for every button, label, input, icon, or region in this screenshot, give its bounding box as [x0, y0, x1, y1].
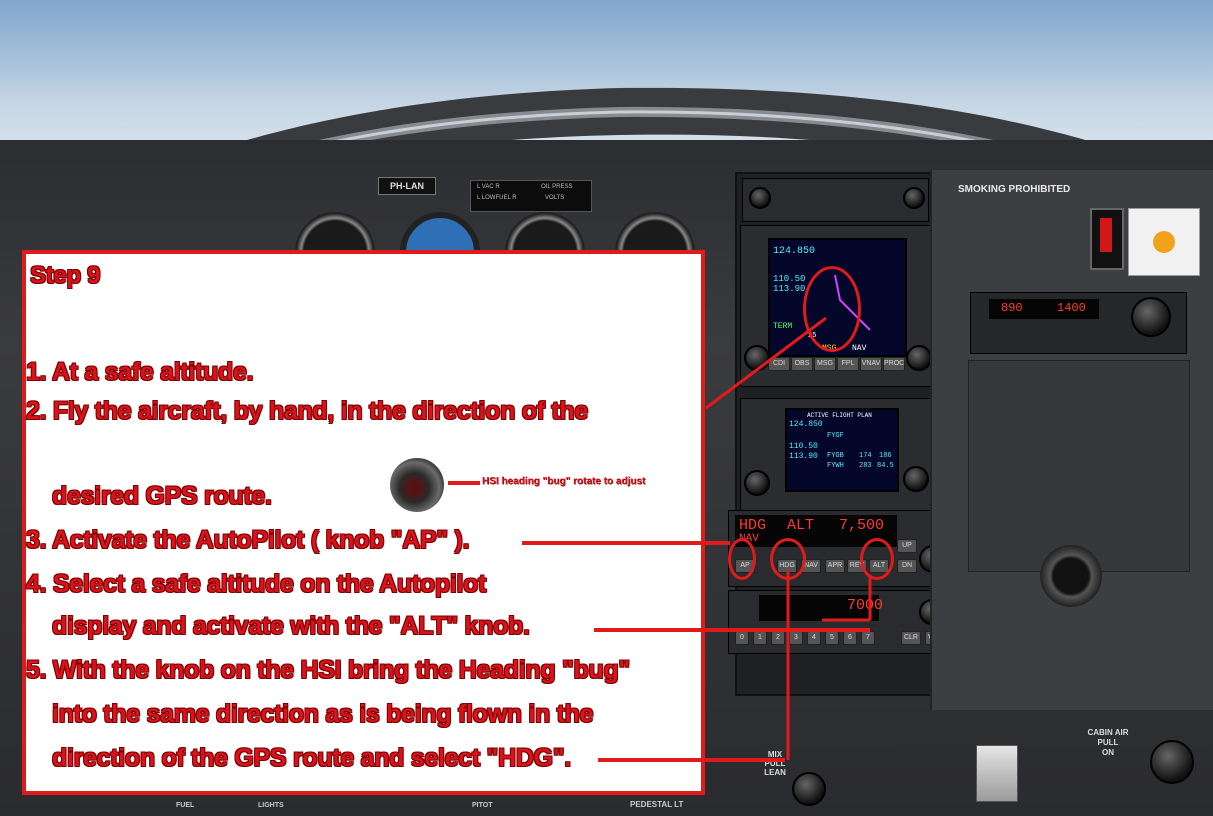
hdg-button-circle: [770, 538, 806, 580]
ap-button-circle: [728, 538, 756, 580]
gps-route-circle: [803, 266, 861, 352]
annotation-overlay: [522, 316, 872, 762]
alt-button-circle: [860, 538, 894, 580]
